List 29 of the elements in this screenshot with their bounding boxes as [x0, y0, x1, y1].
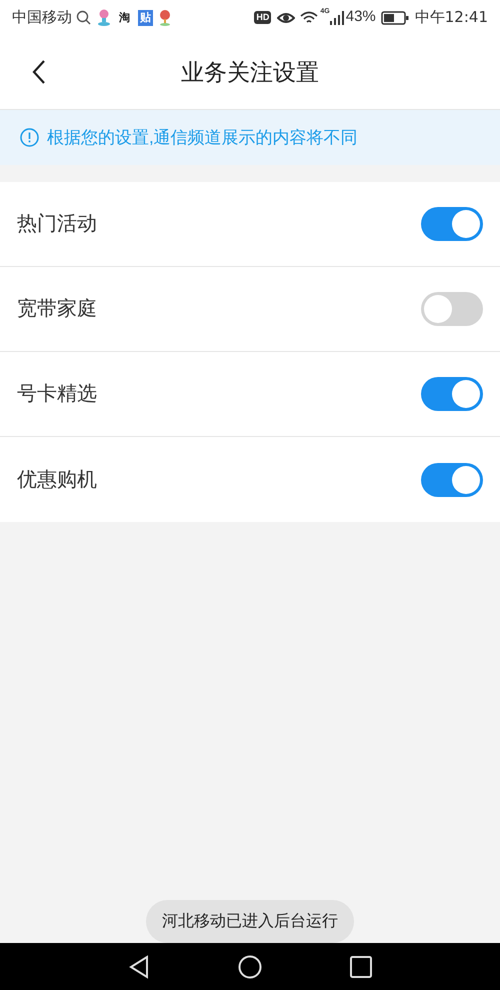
setting-label: 优惠购机: [17, 468, 98, 492]
carrier-name: 中国移动: [12, 7, 72, 28]
wifi-icon: [300, 10, 318, 24]
battery-percent: 43%: [346, 7, 376, 28]
toggle-switch[interactable]: [421, 377, 483, 411]
app-badge: 淘: [117, 10, 132, 26]
app-badge: 贴: [138, 10, 153, 26]
search-icon: [76, 10, 91, 25]
toggle-switch[interactable]: [421, 207, 483, 241]
clock-time: 中午12:41: [414, 7, 488, 28]
home-nav-icon[interactable]: [238, 954, 262, 978]
setting-label: 宽带家庭: [17, 297, 98, 322]
setting-label: 号卡精选: [17, 382, 98, 407]
app-icon: [97, 9, 111, 26]
back-nav-icon[interactable]: [128, 954, 150, 978]
back-icon: [31, 59, 47, 85]
battery-icon: [380, 10, 409, 24]
setting-label: 热门活动: [17, 212, 98, 237]
toggle-switch[interactable]: [421, 292, 483, 326]
recents-nav-icon[interactable]: [350, 956, 372, 978]
signal-icon: [330, 10, 344, 24]
toast-message: 河北移动已进入后台运行: [146, 900, 354, 943]
hd-badge: HD: [254, 11, 272, 24]
toggle-switch[interactable]: [421, 462, 483, 496]
page-title: 业务关注设置: [181, 58, 319, 87]
pin-icon: [159, 9, 171, 26]
notice-text: 根据您的设置,通信频道展示的内容将不同: [47, 126, 358, 149]
eye-icon: [277, 10, 296, 24]
info-icon: [20, 128, 39, 147]
